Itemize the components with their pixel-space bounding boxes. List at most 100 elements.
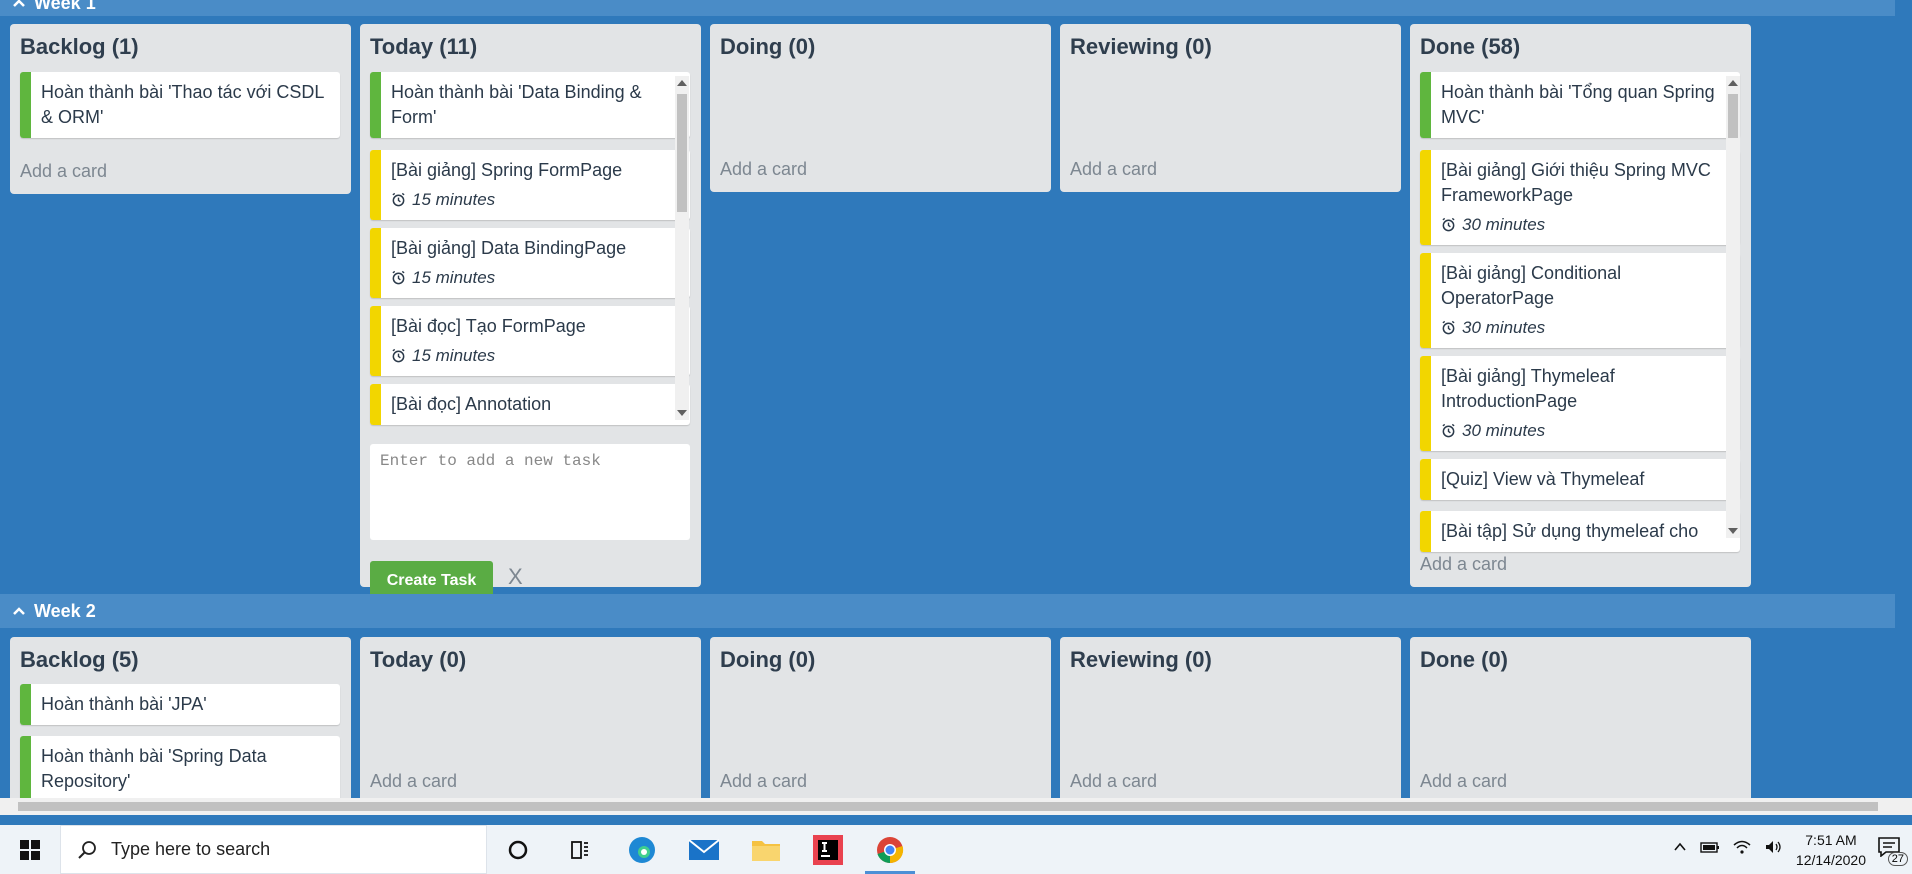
list-doing-week1: Doing (0) Add a card (710, 24, 1051, 192)
card-duration: 15 minutes (391, 265, 680, 290)
notification-icon[interactable]: 27 (1878, 837, 1908, 866)
alarm-clock-icon (392, 270, 405, 285)
scrollbar-thumb[interactable] (18, 802, 1878, 811)
card-duration: 15 minutes (391, 187, 680, 212)
page-horizontal-scrollbar[interactable] (0, 798, 1912, 815)
list-backlog-week1: Backlog (1) Hoàn thành bài 'Thao tác với… (10, 24, 351, 194)
card-text: Hoàn thành bài 'Data Binding & Form' (391, 82, 642, 127)
card[interactable]: [Bài tập] Sử dụng thymeleaf cho (1420, 511, 1740, 552)
chrome-icon[interactable] (859, 825, 921, 874)
card-text: [Bài tập] Sử dụng thymeleaf cho (1441, 521, 1699, 541)
search-icon (78, 840, 96, 859)
task-view-icon[interactable] (549, 825, 611, 874)
file-explorer-icon[interactable] (735, 825, 797, 874)
week-2-header[interactable]: Week 2 (0, 594, 1895, 628)
week-1-title: Week 1 (34, 0, 96, 13)
card-text: [Bài đọc] Annotation (391, 394, 552, 414)
edge-icon[interactable] (611, 825, 673, 874)
list-backlog-week2: Backlog (5) Hoàn thành bài 'JPA' Hoàn th… (10, 637, 351, 798)
scroll-up-arrow-icon[interactable] (1728, 80, 1738, 86)
windows-start-icon[interactable] (0, 825, 60, 874)
card[interactable]: [Bài giảng] Giới thiệu Spring MVC Framew… (1420, 150, 1740, 245)
card[interactable]: [Bài giảng] Spring FormPage 15 minutes (370, 150, 690, 220)
list-title: Backlog (1) (20, 34, 139, 59)
week-1-header[interactable]: Week 1 (0, 0, 1895, 16)
new-task-input[interactable] (370, 444, 690, 540)
card-text: Hoàn thành bài 'JPA' (41, 694, 207, 714)
cortana-icon[interactable] (487, 825, 549, 874)
list-scrollbar[interactable] (675, 76, 689, 420)
add-card-link[interactable]: Add a card (720, 771, 807, 792)
scroll-down-arrow-icon[interactable] (677, 410, 687, 416)
card[interactable]: [Quiz] View và Thymeleaf (1420, 459, 1740, 500)
battery-icon[interactable] (1700, 839, 1720, 860)
list-title: Today (0) (370, 647, 467, 672)
taskbar-search[interactable]: Type here to search (60, 825, 487, 874)
search-placeholder: Type here to search (111, 839, 271, 859)
card[interactable]: [Bài đọc] Annotation (370, 384, 690, 425)
alarm-clock-icon (392, 348, 405, 363)
clock[interactable]: 7:51 AM 12/14/2020 (1796, 830, 1866, 870)
list-reviewing-week1: Reviewing (0) Add a card (1060, 24, 1401, 192)
list-title: Done (58) (1420, 34, 1521, 59)
card-duration: 30 minutes (1441, 315, 1730, 340)
card-scroll-area[interactable]: Hoàn thành bài 'Tổng quan Spring MVC' [B… (1410, 72, 1751, 562)
clock-time: 7:51 AM (1805, 831, 1857, 848)
list-done-week1: Done (58) Hoàn thành bài 'Tổng quan Spri… (1410, 24, 1751, 587)
scrollbar-thumb[interactable] (677, 94, 687, 212)
taskbar: Type here to search 7:51 AM 12/14/2020 2… (0, 825, 1912, 874)
card[interactable]: [Bài đọc] Tạo FormPage 15 minutes (370, 306, 690, 376)
scroll-down-arrow-icon[interactable] (1728, 528, 1738, 534)
add-card-link[interactable]: Add a card (1070, 771, 1157, 792)
alarm-clock-icon (1442, 217, 1455, 232)
list-scrollbar[interactable] (1726, 76, 1740, 538)
chevron-up-icon[interactable] (12, 604, 34, 618)
add-card-link[interactable]: Add a card (370, 771, 457, 792)
card[interactable]: Hoàn thành bài 'Tổng quan Spring MVC' (1420, 72, 1740, 138)
card[interactable]: Hoàn thành bài 'Thao tác với CSDL & ORM' (20, 72, 340, 138)
list-title: Reviewing (0) (1070, 647, 1212, 672)
card-text: [Bài giảng] Spring FormPage (391, 160, 623, 180)
card-text: [Bài giảng] Data BindingPage (391, 238, 627, 258)
card-duration: 30 minutes (1441, 418, 1730, 443)
card[interactable]: Hoàn thành bài 'Spring Data Repository' (20, 736, 340, 798)
card[interactable]: [Bài giảng] Thymeleaf IntroductionPage 3… (1420, 356, 1740, 451)
card[interactable]: [Bài giảng] Data BindingPage 15 minutes (370, 228, 690, 298)
scrollbar-thumb[interactable] (1728, 94, 1738, 138)
card-scroll-area[interactable]: Hoàn thành bài 'Data Binding & Form' [Bà… (360, 72, 701, 444)
cancel-button[interactable]: X (508, 564, 523, 590)
list-title: Doing (0) (720, 647, 816, 672)
card[interactable]: Hoàn thành bài 'Data Binding & Form' (370, 72, 690, 138)
add-card-link[interactable]: Add a card (1070, 159, 1157, 180)
card-text: Hoàn thành bài 'Spring Data Repository' (41, 746, 267, 791)
intellij-icon[interactable] (797, 825, 859, 874)
list-reviewing-week2: Reviewing (0) Add a card (1060, 637, 1401, 798)
add-card-link[interactable]: Add a card (1420, 771, 1507, 792)
add-card-link[interactable]: Add a card (1420, 554, 1507, 575)
volume-icon[interactable] (1764, 839, 1784, 860)
card-text: [Bài đọc] Tạo FormPage (391, 316, 586, 336)
card-text: [Bài giảng] Conditional OperatorPage (1441, 263, 1622, 308)
card-text: [Quiz] View và Thymeleaf (1441, 469, 1645, 489)
card-duration: 15 minutes (391, 343, 680, 368)
wifi-icon[interactable] (1732, 839, 1752, 860)
list-title: Reviewing (0) (1070, 34, 1212, 59)
card-text: Hoàn thành bài 'Tổng quan Spring MVC' (1441, 82, 1715, 127)
add-card-link[interactable]: Add a card (20, 161, 107, 182)
board: Week 1 Backlog (1) Hoàn thành bài 'Thao … (0, 0, 1895, 798)
alarm-clock-icon (1442, 320, 1455, 335)
mail-icon[interactable] (673, 825, 735, 874)
card[interactable]: [Bài giảng] Conditional OperatorPage 30 … (1420, 253, 1740, 348)
scroll-up-arrow-icon[interactable] (677, 80, 687, 86)
alarm-clock-icon (1442, 423, 1455, 438)
add-card-link[interactable]: Add a card (720, 159, 807, 180)
notification-count: 27 (1887, 852, 1908, 866)
chevron-up-icon[interactable] (1672, 839, 1688, 860)
list-title: Done (0) (1420, 647, 1508, 672)
chevron-up-icon[interactable] (12, 0, 34, 10)
list-title: Backlog (5) (20, 647, 139, 672)
page-vertical-scrollbar[interactable] (1895, 0, 1912, 798)
list-title: Today (11) (370, 34, 478, 59)
card[interactable]: Hoàn thành bài 'JPA' (20, 684, 340, 725)
list-today-week1: Today (11) Hoàn thành bài 'Data Binding … (360, 24, 701, 601)
